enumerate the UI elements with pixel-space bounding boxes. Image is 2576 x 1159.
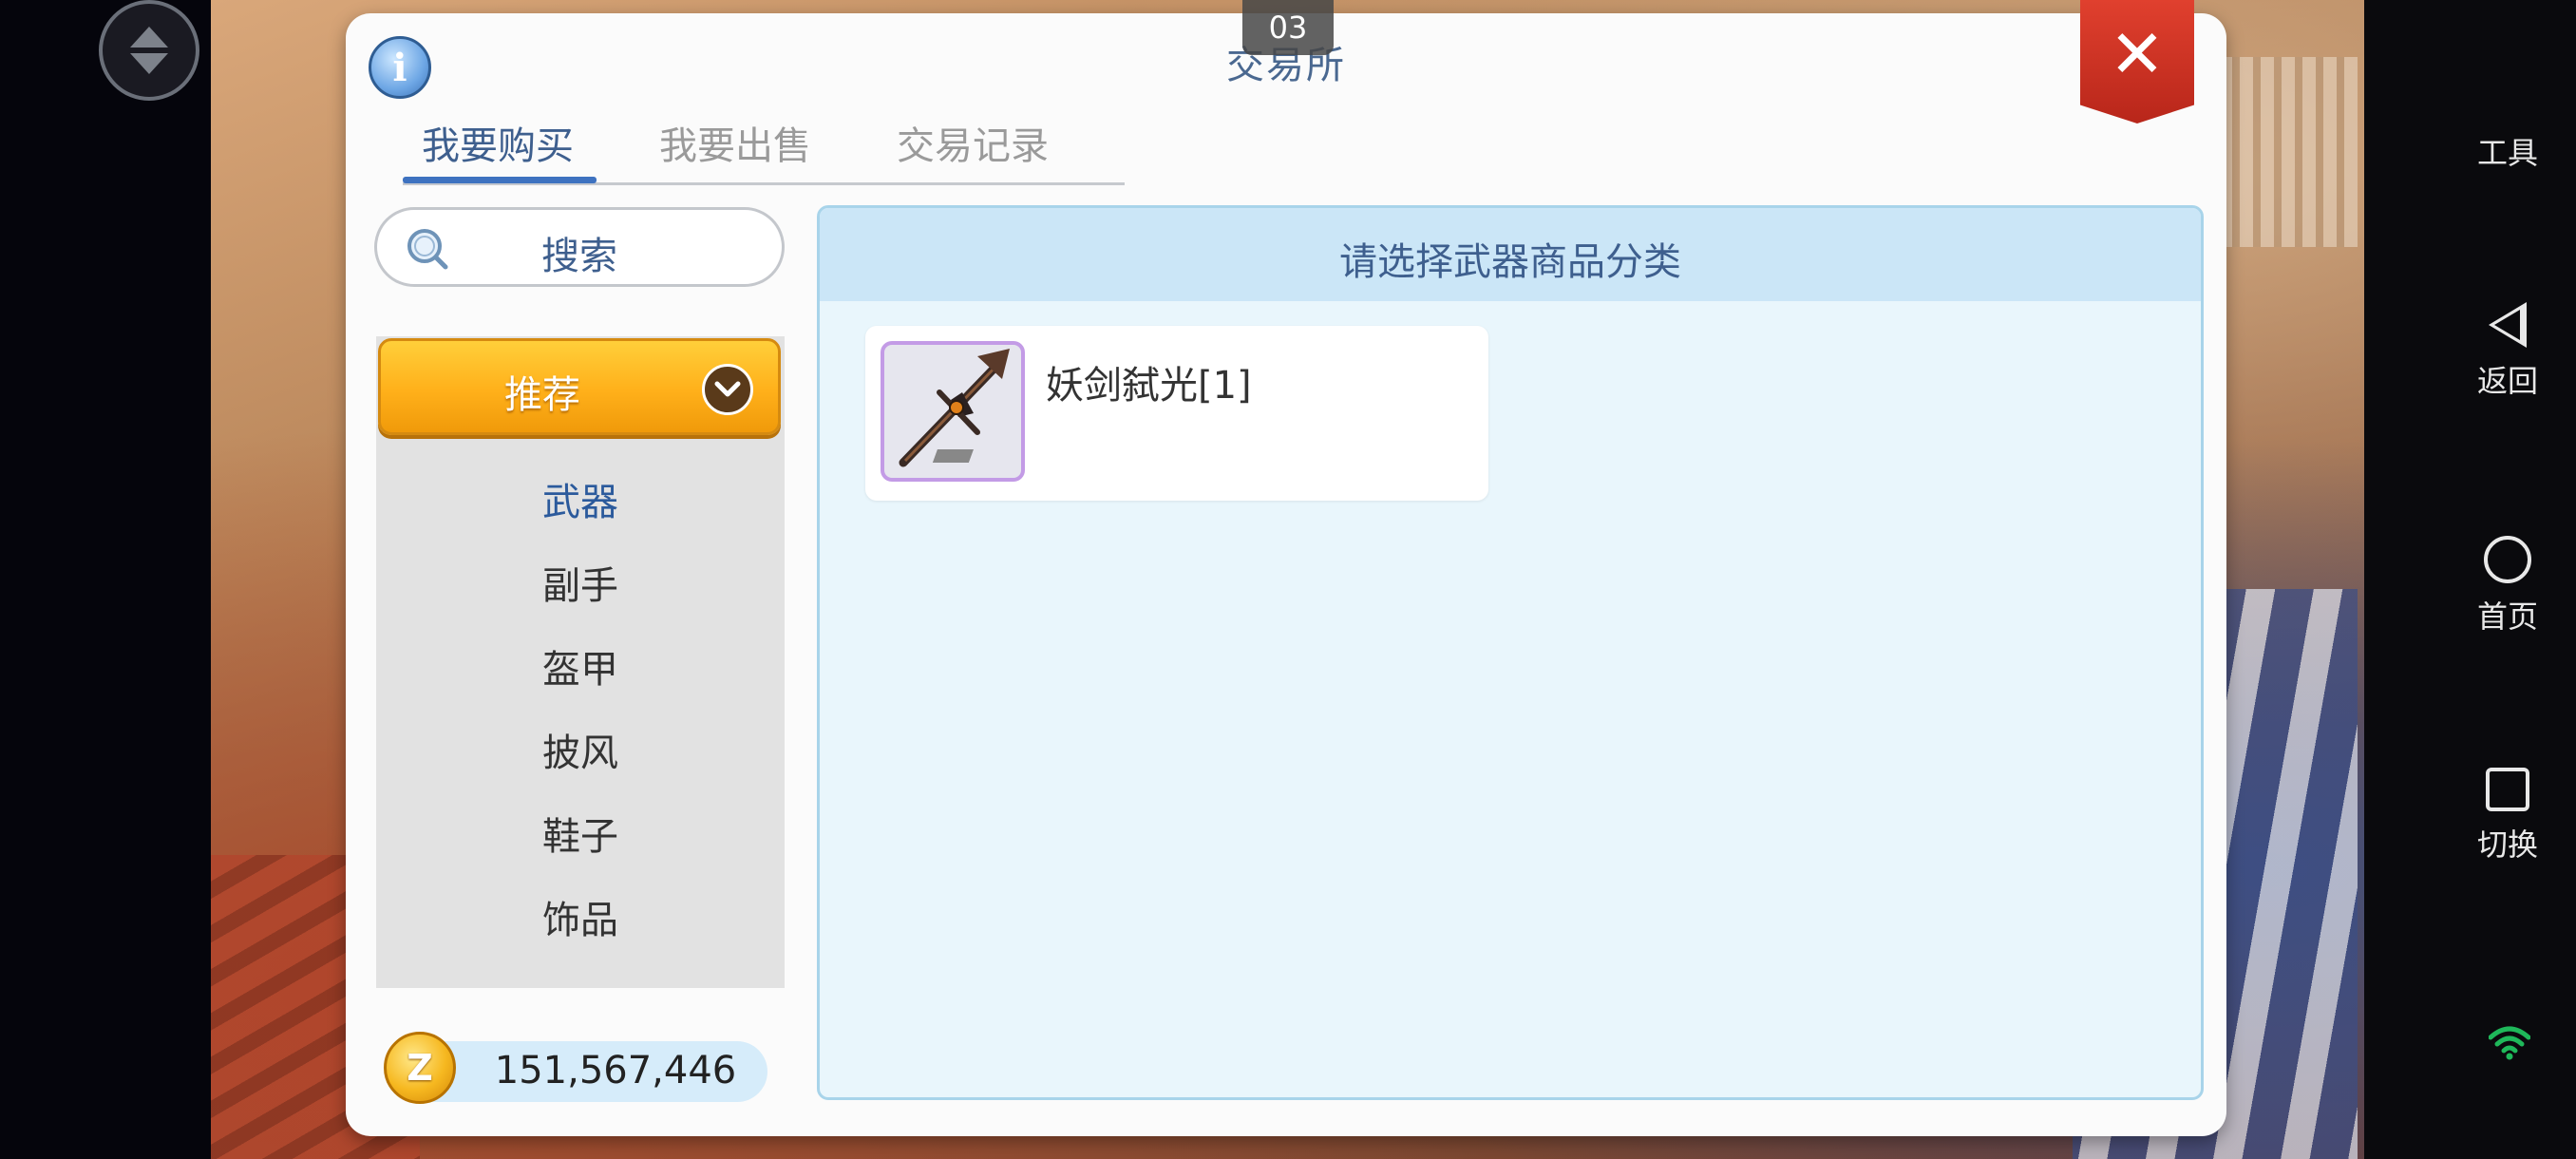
tab-buy[interactable]: 我要购买 xyxy=(422,115,574,170)
left-letterbox xyxy=(0,0,211,1159)
back-button[interactable]: 返回 xyxy=(2394,302,2576,401)
zeny-coin-icon: Z xyxy=(384,1032,456,1104)
switch-icon xyxy=(2486,768,2529,811)
search-button[interactable]: 搜索 xyxy=(374,207,785,287)
arrow-up-icon xyxy=(130,27,168,48)
back-icon xyxy=(2489,302,2527,348)
time-badge: 03 xyxy=(1242,0,1334,55)
tab-bar: 我要购买 我要出售 交易记录 xyxy=(403,104,1125,185)
active-tab-indicator xyxy=(403,177,597,183)
item-list-panel: 请选择武器商品分类 妖剑弑光[1] xyxy=(817,205,2204,1100)
home-icon xyxy=(2484,536,2531,583)
tab-sell[interactable]: 我要出售 xyxy=(659,115,811,170)
grid-icon xyxy=(2486,76,2529,120)
switch-button[interactable]: 切换 xyxy=(2394,768,2576,864)
home-button[interactable]: 首页 xyxy=(2394,536,2576,636)
category-shoes[interactable]: 鞋子 xyxy=(376,806,785,861)
content-header: 请选择武器商品分类 xyxy=(820,208,2201,301)
category-offhand[interactable]: 副手 xyxy=(376,555,785,610)
tools-label: 工具 xyxy=(2476,135,2538,171)
back-label: 返回 xyxy=(2476,363,2538,399)
switch-label: 切换 xyxy=(2476,826,2538,863)
dropdown-label: 推荐 xyxy=(504,373,580,417)
tab-history[interactable]: 交易记录 xyxy=(897,115,1049,170)
category-cloak[interactable]: 披风 xyxy=(376,722,785,777)
close-icon: ✕ xyxy=(2109,15,2166,93)
category-dropdown[interactable]: 推荐 xyxy=(378,338,781,435)
item-name: 妖剑弑光[1] xyxy=(1046,364,1252,408)
item-card[interactable]: 妖剑弑光[1] xyxy=(865,326,1488,501)
search-label: 搜索 xyxy=(541,235,617,278)
wifi-icon xyxy=(2489,1026,2530,1060)
category-accessory[interactable]: 饰品 xyxy=(376,889,785,944)
close-button[interactable]: ✕ xyxy=(2080,0,2194,124)
category-armor[interactable]: 盔甲 xyxy=(376,638,785,694)
chevron-down-icon xyxy=(702,364,753,415)
arrow-down-icon xyxy=(130,53,168,74)
scroll-arrows-icon[interactable] xyxy=(99,0,199,101)
home-label: 首页 xyxy=(2476,598,2538,635)
demon-sword-icon xyxy=(881,341,1025,482)
currency-amount: 151,567,446 xyxy=(494,1049,737,1092)
category-weapon[interactable]: 武器 xyxy=(376,471,785,526)
tools-button[interactable]: 工具 xyxy=(2394,76,2576,173)
exchange-dialog: i 交易所 03 ✕ 我要购买 我要出售 交易记录 搜索 推荐 武器 副手 盔甲… xyxy=(346,0,2226,1136)
coin-symbol: Z xyxy=(407,1047,433,1089)
